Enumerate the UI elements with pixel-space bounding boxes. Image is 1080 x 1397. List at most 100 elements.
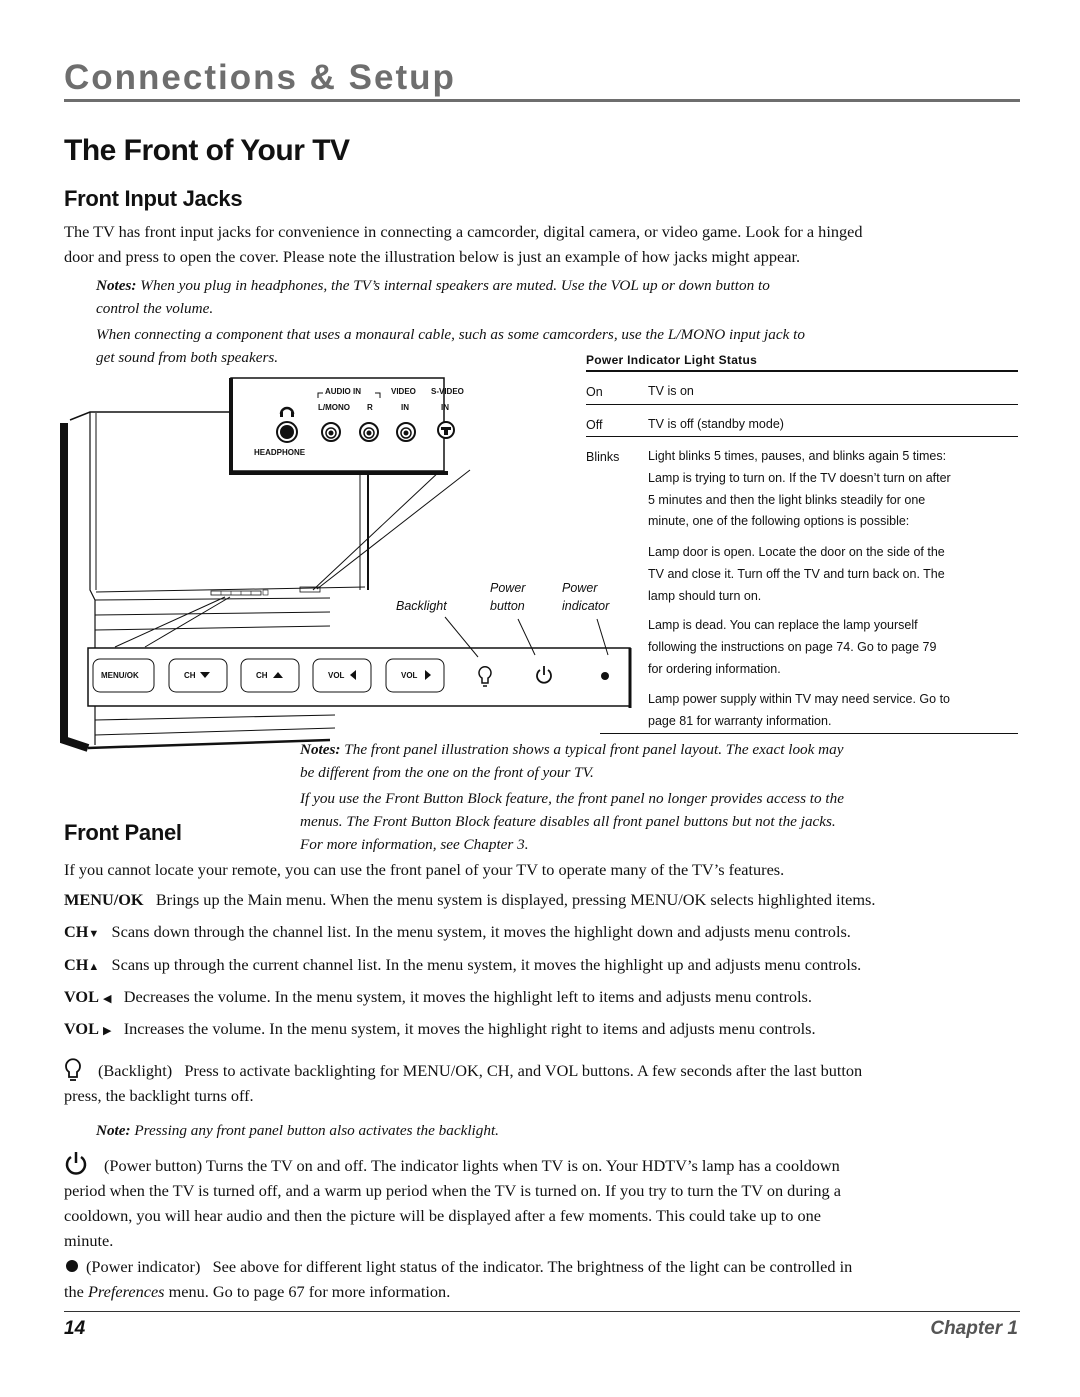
callout-power-button-1: Power: [490, 581, 526, 595]
callout-power-button-2: button: [490, 599, 525, 613]
right-arrow-icon: ▶: [103, 1025, 112, 1037]
desc-line: Lamp is dead. You can replace the lamp y…: [648, 618, 918, 632]
audio-r-jack: [359, 422, 379, 442]
heading-front-panel: Front Panel: [64, 820, 182, 845]
note-text: If you use the Front Button Block featur…: [300, 790, 844, 807]
backlight-text: Press to activate backlighting for MENU/…: [184, 1061, 863, 1080]
vol-right-button-label: VOL: [401, 671, 418, 680]
control-key: VOL: [64, 987, 99, 1006]
callout-power-indicator-2: indicator: [562, 599, 610, 613]
backlight-note: Note: Pressing any front panel button al…: [96, 1119, 499, 1142]
preferences-menu-reference: Preferences: [87, 1282, 165, 1301]
backlight-text: press, the backlight turns off.: [64, 1086, 254, 1105]
backlight-label: (Backlight): [98, 1061, 173, 1080]
callout-power-indicator-1: Power: [562, 581, 598, 595]
indicator-text: the: [64, 1282, 88, 1301]
control-key: VOL: [64, 1019, 99, 1038]
control-key: MENU/OK: [64, 890, 144, 909]
desc-line: minute, one of the following options is …: [648, 514, 910, 529]
table-row-desc: Light blinks 5 times, pauses, and blinks…: [648, 446, 1020, 533]
note-label: Note:: [96, 1122, 131, 1139]
menu-ok-button-label: MENU/OK: [101, 671, 139, 680]
control-key: CH: [64, 955, 89, 974]
power-text: minute.: [64, 1231, 114, 1250]
table-rule: [586, 370, 1018, 372]
control-ch-up: CH▲ Scans up through the current channel…: [64, 955, 861, 975]
power-text: (Power button) Turns the TV on and off. …: [104, 1156, 840, 1175]
control-key: CH: [64, 922, 89, 941]
ch-down-button-label: CH: [184, 671, 196, 680]
desc-line: 5 minutes and then the light blinks stea…: [648, 492, 926, 507]
audio-in-label: AUDIO IN: [325, 387, 361, 396]
desc-line: page 81 for warranty information.: [648, 713, 832, 728]
control-desc: Scans down through the channel list. In …: [111, 922, 851, 941]
l-mono-label: L/MONO: [318, 403, 350, 412]
headphone-label: HEADPHONE: [254, 448, 306, 457]
power-text: period when the TV is turned off, and a …: [64, 1181, 841, 1200]
indicator-text: See above for different light status of …: [212, 1257, 853, 1276]
control-vol-right: VOL ▶ Increases the volume. In the menu …: [64, 1019, 816, 1039]
video-jack: [396, 422, 416, 442]
r-label: R: [367, 403, 373, 412]
front-panel-intro: If you cannot locate your remote, you ca…: [64, 860, 785, 879]
chapter-label: Chapter 1: [930, 1318, 1018, 1339]
note-text: Pressing any front panel button also act…: [130, 1122, 499, 1139]
power-text: cooldown, you will hear audio and then t…: [64, 1206, 822, 1225]
power-indicator-dot: [601, 672, 609, 680]
s-video-label: S-VIDEO: [431, 387, 464, 396]
vol-left-button-label: VOL: [328, 671, 345, 680]
control-desc: Scans up through the current channel lis…: [111, 955, 862, 974]
video-label: VIDEO: [391, 387, 416, 396]
desc-line: lamp should turn on.: [648, 588, 762, 603]
desc-line: Lamp power supply within TV may need ser…: [648, 692, 950, 706]
blink-option-lamp-dead: Lamp is dead. You can replace the lamp y…: [648, 615, 1020, 680]
s-video-jack: [437, 421, 455, 439]
indicator-label: (Power indicator): [86, 1257, 201, 1276]
desc-line: TV and close it. Turn off the TV and tur…: [648, 566, 945, 581]
table-row-state: Off: [586, 418, 603, 432]
blink-option-lamp-door: Lamp door is open. Locate the door on th…: [648, 542, 1020, 607]
blink-option-power-supply: Lamp power supply within TV may need ser…: [648, 689, 1020, 733]
control-ch-down: CH▼ Scans down through the channel list.…: [64, 922, 851, 942]
table-row-state: On: [586, 385, 603, 399]
down-arrow-icon: ▼: [88, 928, 100, 940]
backlight-description: (Backlight) Press to activate backlighti…: [64, 1058, 1024, 1108]
desc-line: Light blinks 5 times, pauses, and blinks…: [648, 449, 947, 463]
video-in-label: IN: [401, 403, 409, 412]
ch-up-button-drawing: [240, 658, 300, 693]
table-rule: [586, 436, 1018, 437]
up-arrow-icon: ▲: [88, 961, 100, 973]
note-text: For more information, see Chapter 3.: [300, 836, 529, 853]
table-row-desc: TV is on: [648, 384, 694, 398]
note-text: be different from the one on the front o…: [300, 764, 594, 781]
left-arrow-icon: ◀: [103, 993, 112, 1005]
table-rule: [600, 733, 1018, 734]
page-number: 14: [64, 1318, 86, 1339]
callout-backlight: Backlight: [396, 599, 447, 613]
desc-line: for ordering information.: [648, 661, 781, 676]
table-row-desc: TV is off (standby mode): [648, 417, 784, 431]
footer-rule: [64, 1311, 1020, 1312]
control-menu-ok: MENU/OK Brings up the Main menu. When th…: [64, 890, 875, 910]
control-desc: Increases the volume. In the menu system…: [123, 1019, 816, 1038]
audio-l-jack: [321, 422, 341, 442]
desc-line: following the instructions on page 74. G…: [648, 639, 937, 654]
desc-line: Lamp door is open. Locate the door on th…: [648, 545, 945, 559]
panel-notes: Notes: The front panel illustration show…: [300, 738, 1020, 856]
indicator-text: menu. Go to page 67 for more information…: [164, 1282, 451, 1301]
note-label: Notes:: [300, 741, 341, 758]
ch-down-button-drawing: [168, 658, 228, 693]
desc-line: Lamp is trying to turn on. If the TV doe…: [648, 470, 951, 485]
control-desc: Brings up the Main menu. When the menu s…: [155, 890, 876, 909]
ch-up-button-label: CH: [256, 671, 268, 680]
table-row-state: Blinks: [586, 450, 620, 464]
button-panel-illustration: [87, 616, 632, 708]
s-video-in-label: IN: [441, 403, 449, 412]
power-indicator-table-title: Power Indicator Light Status: [586, 353, 758, 367]
control-desc: Decreases the volume. In the menu system…: [123, 987, 812, 1006]
note-text: menus. The Front Button Block feature di…: [300, 813, 836, 830]
control-vol-left: VOL ◀ Decreases the volume. In the menu …: [64, 987, 812, 1007]
power-indicator-description: (Power indicator) See above for differen…: [64, 1254, 1024, 1304]
table-rule: [586, 404, 1018, 405]
power-button-description: (Power button) Turns the TV on and off. …: [64, 1153, 1024, 1253]
